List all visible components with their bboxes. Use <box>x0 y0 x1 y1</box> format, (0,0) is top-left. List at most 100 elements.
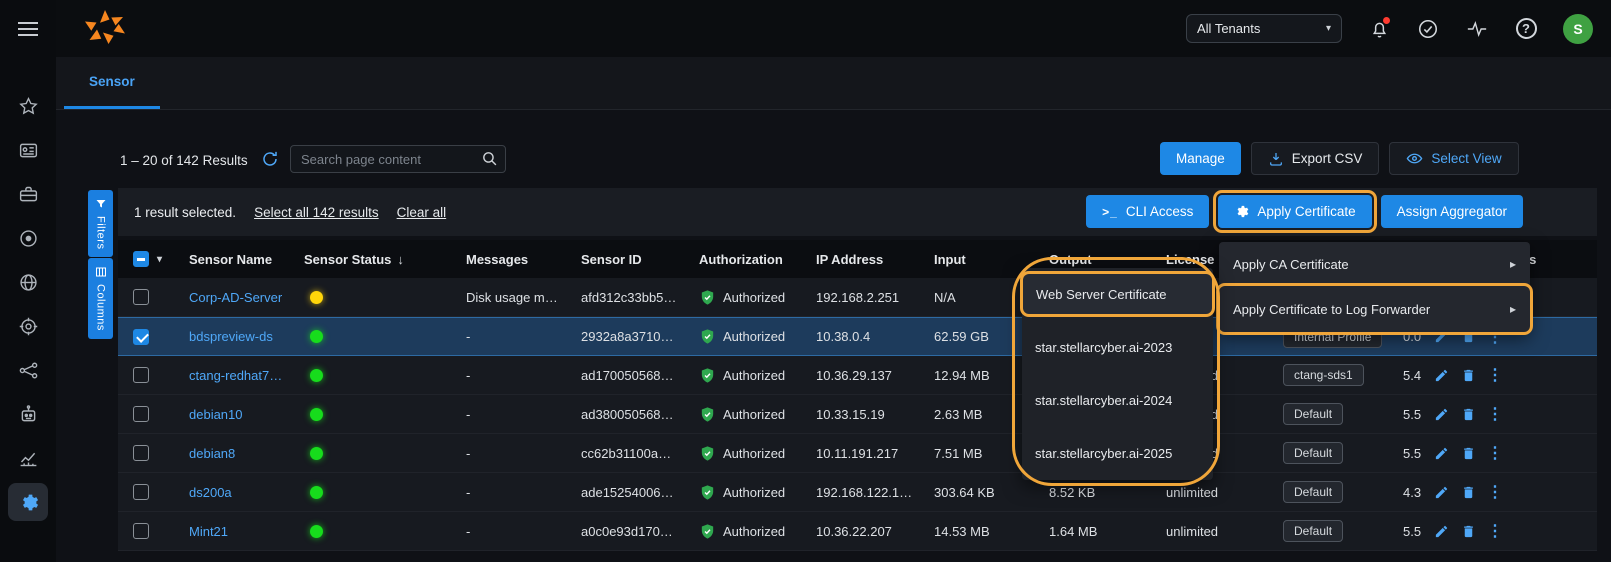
sidebar-item-reports[interactable] <box>8 439 48 477</box>
column-output[interactable]: Output <box>1046 252 1163 267</box>
refresh-button[interactable] <box>260 150 280 170</box>
sensor-name-link[interactable]: debian8 <box>189 446 235 461</box>
menu-item-apply-ca-certificate[interactable]: Apply CA Certificate ▸ <box>1219 242 1530 286</box>
tenant-selector[interactable]: All Tenants ▾ <box>1186 14 1342 43</box>
sidebar-item-favorites[interactable] <box>8 87 48 125</box>
table-row[interactable]: Mint21 - a0c0e93d170… Authorized 10.36.2… <box>118 512 1597 551</box>
column-sensor-status[interactable]: Sensor Status ↓ <box>301 252 463 267</box>
sensor-id-cell: ad170050568… <box>578 356 696 394</box>
delete-button[interactable] <box>1459 483 1477 501</box>
delete-button[interactable] <box>1459 444 1477 462</box>
manage-button[interactable]: Manage <box>1160 142 1241 175</box>
select-all-link[interactable]: Select all 142 results <box>254 205 379 220</box>
pencil-icon <box>1434 407 1449 422</box>
delete-button[interactable] <box>1459 405 1477 423</box>
sensor-name-link[interactable]: Corp-AD-Server <box>189 290 282 305</box>
delete-button[interactable] <box>1459 366 1477 384</box>
sidebar-item-connections[interactable] <box>8 351 48 389</box>
results-line: 1 – 20 of 142 Results <box>120 150 280 170</box>
cli-access-button[interactable]: >_ CLI Access <box>1086 195 1209 228</box>
sidebar-item-hunt[interactable] <box>8 307 48 345</box>
authorized-shield-icon <box>699 328 716 345</box>
column-sensor-name[interactable]: Sensor Name <box>186 252 301 267</box>
sidebar-item-cases[interactable] <box>8 175 48 213</box>
menu-item-apply-certificate-to-log-forwarder[interactable]: Apply Certificate to Log Forwarder ▸ <box>1219 286 1530 332</box>
ip-cell: 10.11.191.217 <box>813 434 931 472</box>
row-checkbox[interactable] <box>133 289 149 305</box>
submenu-item-cert-2025[interactable]: star.stellarcyber.ai-2025 <box>1022 427 1213 480</box>
notifications-button[interactable] <box>1367 17 1391 41</box>
search-icon[interactable] <box>481 150 498 170</box>
apply-certificate-button[interactable]: Apply Certificate <box>1218 195 1371 228</box>
sensor-name-link[interactable]: debian10 <box>189 407 243 422</box>
sensor-id-cell: ade15254006… <box>578 473 696 511</box>
authorization-label: Authorized <box>723 368 785 383</box>
topbar-actions: All Tenants ▾ ? S <box>1186 14 1593 44</box>
submenu-item-cert-2024[interactable]: star.stellarcyber.ai-2024 <box>1022 374 1213 427</box>
export-csv-button[interactable]: Export CSV <box>1251 142 1380 175</box>
filters-tab[interactable]: Filters <box>88 190 113 257</box>
sidebar-item-dashboards[interactable] <box>8 131 48 169</box>
more-actions-button[interactable]: ⋮ <box>1486 444 1504 462</box>
sort-desc-icon[interactable]: ↓ <box>397 252 404 267</box>
more-actions-button[interactable]: ⋮ <box>1486 405 1504 423</box>
submenu-item-web-server-certificate[interactable]: Web Server Certificate <box>1023 274 1212 314</box>
columns-tab[interactable]: Columns <box>88 258 113 339</box>
sensor-name-link[interactable]: ctang-redhat7… <box>189 368 282 383</box>
ip-cell: 10.33.15.19 <box>813 395 931 433</box>
sensor-name-link[interactable]: Mint21 <box>189 524 228 539</box>
menu-icon[interactable] <box>8 14 48 44</box>
sidebar-item-detections[interactable] <box>8 219 48 257</box>
column-messages[interactable]: Messages <box>463 252 578 267</box>
column-sensor-id[interactable]: Sensor ID <box>578 252 696 267</box>
status-dot <box>310 486 323 499</box>
sidebar-item-explore[interactable] <box>8 263 48 301</box>
row-checkbox[interactable] <box>133 484 149 500</box>
authorization-label: Authorized <box>723 329 785 344</box>
edit-button[interactable] <box>1432 483 1450 501</box>
star-icon <box>18 96 39 117</box>
submenu-item-cert-2023[interactable]: star.stellarcyber.ai-2023 <box>1022 321 1213 374</box>
search-input[interactable] <box>290 145 506 173</box>
column-authorization[interactable]: Authorization <box>696 252 813 267</box>
health-status-button[interactable] <box>1416 17 1440 41</box>
sidebar-item-settings[interactable] <box>8 483 48 521</box>
tag-chip: Default <box>1283 442 1343 464</box>
table-row[interactable]: debian8 - cc62b31100a… Authorized 10.11.… <box>118 434 1597 473</box>
activity-button[interactable] <box>1465 17 1489 41</box>
row-checkbox[interactable] <box>133 406 149 422</box>
column-ip-address[interactable]: IP Address <box>813 252 931 267</box>
row-checkbox[interactable] <box>133 445 149 461</box>
select-view-button[interactable]: Select View <box>1389 142 1518 175</box>
table-row[interactable]: debian10 - ad380050568… Authorized 10.33… <box>118 395 1597 434</box>
column-sensor-status-label: Sensor Status <box>304 252 391 267</box>
row-checkbox[interactable] <box>133 367 149 383</box>
column-input[interactable]: Input <box>931 252 1046 267</box>
table-row[interactable]: ds200a - ade15254006… Authorized 192.168… <box>118 473 1597 512</box>
delete-button[interactable] <box>1459 522 1477 540</box>
edit-button[interactable] <box>1432 366 1450 384</box>
edit-button[interactable] <box>1432 522 1450 540</box>
row-checkbox[interactable] <box>133 329 149 345</box>
notification-badge <box>1383 17 1390 24</box>
columns-tab-label: Columns <box>95 284 107 331</box>
row-checkbox[interactable] <box>133 523 149 539</box>
help-button[interactable]: ? <box>1514 17 1538 41</box>
selection-menu-caret[interactable]: ▾ <box>157 254 162 265</box>
more-actions-button[interactable]: ⋮ <box>1486 366 1504 384</box>
tab-sensor[interactable]: Sensor <box>64 57 160 109</box>
more-actions-button[interactable]: ⋮ <box>1486 483 1504 501</box>
sensor-name-link[interactable]: ds200a <box>189 485 232 500</box>
assign-aggregator-button[interactable]: Assign Aggregator <box>1381 195 1523 228</box>
pencil-icon <box>1434 524 1449 539</box>
edit-button[interactable] <box>1432 405 1450 423</box>
clear-all-link[interactable]: Clear all <box>397 205 447 220</box>
sidebar-item-automation[interactable] <box>8 395 48 433</box>
more-actions-button[interactable]: ⋮ <box>1486 522 1504 540</box>
edit-button[interactable] <box>1432 444 1450 462</box>
avatar[interactable]: S <box>1563 14 1593 44</box>
table-row[interactable]: ctang-redhat7… - ad170050568… Authorized… <box>118 356 1597 395</box>
authorized-shield-icon <box>699 289 716 306</box>
sensor-name-link[interactable]: bdspreview-ds <box>189 329 273 344</box>
select-all-checkbox[interactable] <box>133 251 149 267</box>
